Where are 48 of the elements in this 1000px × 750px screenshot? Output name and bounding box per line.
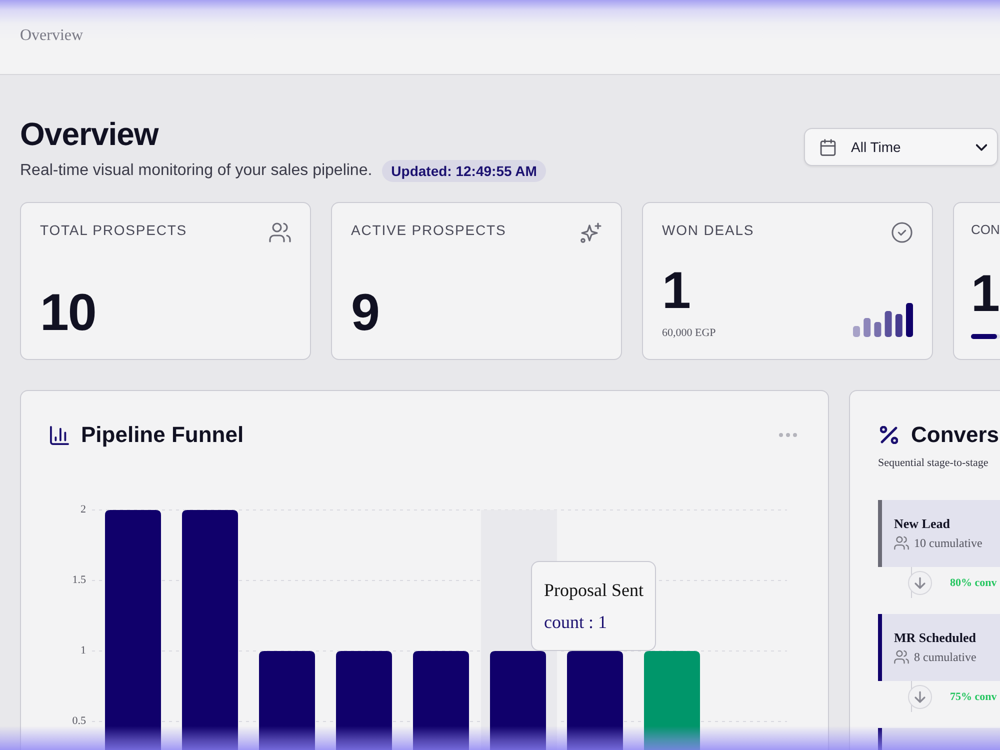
- arrow-down-icon: [908, 685, 932, 709]
- conversion-rate: 80% conv: [950, 576, 997, 591]
- panel-title: Convers: [911, 421, 1000, 449]
- tooltip-value: count : 1: [544, 611, 608, 634]
- axis-tick-label: 2: [80, 504, 86, 516]
- trend-bar: [874, 322, 882, 337]
- axis-tick-label: 1: [80, 644, 86, 657]
- check-circle-icon: [891, 222, 913, 243]
- trend-bar: [906, 303, 913, 337]
- stat-value: 10: [40, 287, 97, 339]
- page-subtitle: Real-time visual monitoring of your sales pipeline.: [20, 162, 372, 180]
- trend-bar: [884, 311, 892, 337]
- stage-count: 10 cumulative: [914, 535, 982, 551]
- trend-bar: [895, 314, 902, 337]
- stat-label: ACTIVE PROSPECTS: [351, 222, 506, 238]
- calendar-icon: [820, 138, 836, 156]
- date-range-dropdown[interactable]: All Time: [804, 128, 998, 166]
- more-icon: [779, 433, 797, 437]
- stat-label: CON: [971, 222, 1000, 238]
- arrow-down-icon: [908, 571, 932, 595]
- axis-tick-label: 0.5: [72, 715, 86, 728]
- percent-icon: [880, 426, 898, 444]
- stage-count: 8 cumulative: [914, 649, 976, 665]
- conversion-rate: 75% conv: [950, 690, 997, 705]
- users-icon: [269, 222, 291, 243]
- users-icon: [894, 536, 909, 550]
- trend-bar: [864, 318, 871, 337]
- stat-label: TOTAL PROSPECTS: [40, 222, 188, 238]
- stat-note: 60,000 EGP: [662, 327, 716, 339]
- sparkle-icon: [580, 222, 602, 243]
- page-title: Overview: [20, 115, 160, 153]
- chevron-down-icon: [976, 144, 987, 150]
- stat-value: 1: [971, 268, 1000, 320]
- panel-subtitle: Sequential stage-to-stage: [878, 457, 990, 470]
- tooltip-title: Proposal Sent: [544, 579, 644, 602]
- breadcrumb: Overview: [20, 26, 84, 44]
- users-icon: [894, 650, 909, 664]
- panel-title: Pipeline Funnel: [81, 421, 244, 449]
- more-button[interactable]: [779, 433, 797, 437]
- updated-badge: Updated: 12:49:55 AM: [382, 160, 546, 182]
- trend-bar: [853, 326, 860, 337]
- stat-label: WON DEALS: [662, 222, 754, 238]
- stat-value: 1: [662, 265, 691, 317]
- stage-name: New Lead: [894, 516, 951, 532]
- axis-tick-label: 1.5: [72, 574, 86, 586]
- stage-name: MR Scheduled: [894, 630, 976, 646]
- bar-chart-icon: [50, 426, 69, 444]
- stat-value: 9: [351, 287, 380, 339]
